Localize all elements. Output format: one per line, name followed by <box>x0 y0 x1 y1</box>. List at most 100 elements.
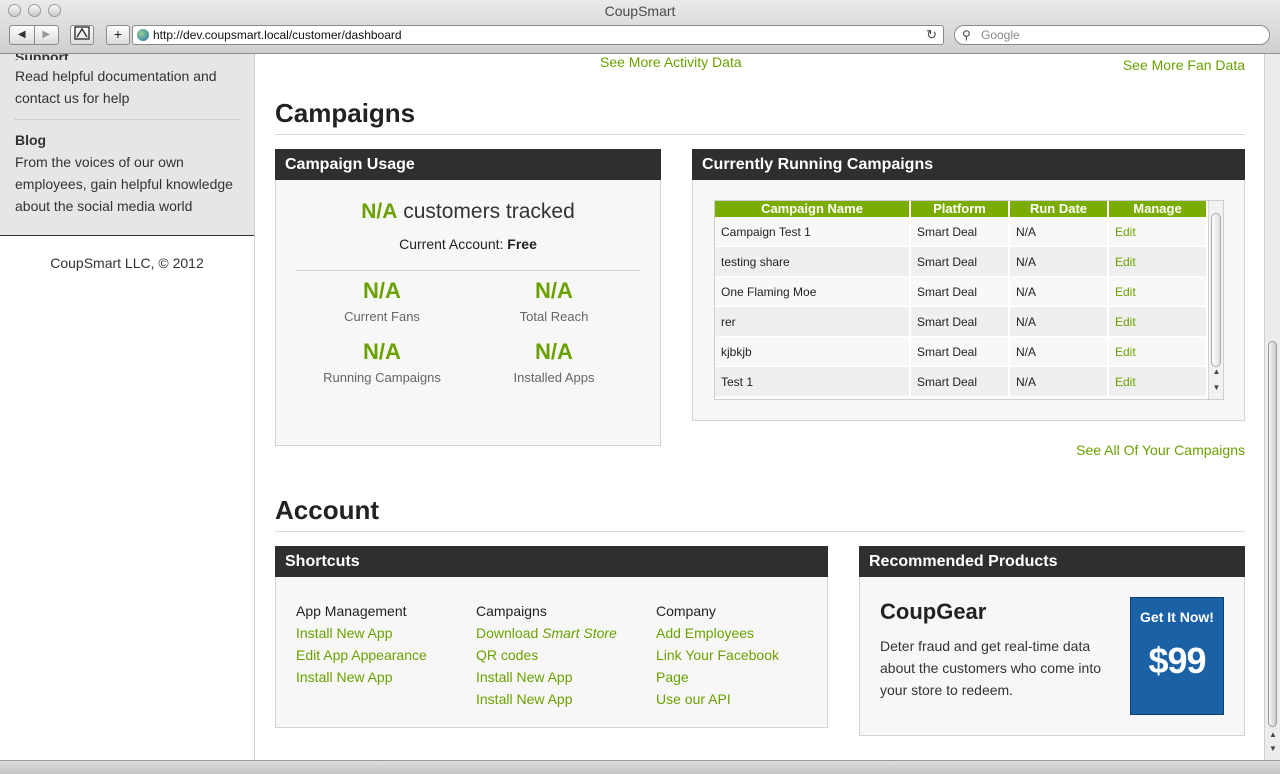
edit-campaign-link[interactable]: Edit <box>1115 225 1136 239</box>
edit-campaign-link[interactable]: Edit <box>1115 315 1136 329</box>
download-prefix: Download <box>476 625 543 641</box>
left-sidebar: Support Read helpful documentation and c… <box>0 54 255 760</box>
install-new-app-link[interactable]: Install New App <box>476 688 656 710</box>
column-header[interactable]: Campaign Name <box>715 201 911 217</box>
support-heading: Support <box>15 54 239 60</box>
recommended-products-title: Recommended Products <box>859 546 1245 577</box>
install-new-app-link[interactable]: Install New App <box>476 666 656 688</box>
add-bookmark-button[interactable]: + <box>106 25 130 45</box>
column-header[interactable]: Platform <box>911 201 1010 217</box>
table-row: One Flaming Moe Smart Deal N/A Edit <box>715 277 1208 307</box>
column-header[interactable]: Run Date <box>1010 201 1109 217</box>
run-date-cell: N/A <box>1010 247 1109 277</box>
page-scroll-down-icon[interactable]: ▼ <box>1265 744 1280 753</box>
see-all-campaigns-link[interactable]: See All Of Your Campaigns <box>1076 442 1245 458</box>
copyright-text: CoupSmart LLC, © 2012 <box>50 255 204 271</box>
page-scroll-up-icon[interactable]: ▲ <box>1265 730 1280 739</box>
campaign-name-cell: Test 1 <box>715 367 911 397</box>
account-label: Current Account: <box>399 236 508 252</box>
shortcut-column-campaigns: Campaigns Download Smart Store QR codes … <box>476 600 656 710</box>
install-new-app-link[interactable]: Install New App <box>296 622 476 644</box>
run-date-cell: N/A <box>1010 337 1109 367</box>
stat-running-campaigns: N/A Running Campaigns <box>296 338 468 385</box>
add-employees-link[interactable]: Add Employees <box>656 622 806 644</box>
table-scrollbar[interactable]: ▲ ▼ <box>1208 201 1223 399</box>
campaign-name-cell: One Flaming Moe <box>715 277 911 307</box>
stat-total-reach: N/A Total Reach <box>468 277 640 324</box>
stat-value: N/A <box>363 278 401 303</box>
campaign-usage-title: Campaign Usage <box>275 149 661 180</box>
shortcuts-panel: Shortcuts App Management Install New App… <box>275 546 828 728</box>
edit-campaign-link[interactable]: Edit <box>1115 255 1136 269</box>
stat-label: Total Reach <box>519 309 589 324</box>
use-api-link[interactable]: Use our API <box>656 688 806 710</box>
reload-icon[interactable]: ↻ <box>926 26 937 44</box>
table-row: Test 1 Smart Deal N/A Edit <box>715 367 1208 397</box>
see-more-fans-link[interactable]: See More Fan Data <box>1123 57 1245 73</box>
edit-campaign-link[interactable]: Edit <box>1115 285 1136 299</box>
back-button[interactable]: ◀ <box>10 26 34 44</box>
search-icon: ⚲ <box>962 28 971 42</box>
link-facebook-page-link[interactable]: Link Your Facebook Page <box>656 644 806 688</box>
stat-value: N/A <box>363 339 401 364</box>
campaign-name-cell: kjbkjb <box>715 337 911 367</box>
sidebar-divider <box>15 119 239 120</box>
stat-label: Installed Apps <box>513 370 595 385</box>
page-scrollbar[interactable]: ▲ ▼ <box>1264 54 1280 760</box>
running-campaigns-panel: Currently Running Campaigns Campaign Nam… <box>692 149 1245 421</box>
search-input[interactable]: ⚲ Google <box>954 25 1270 45</box>
address-bar[interactable]: http://dev.coupsmart.local/customer/dash… <box>132 25 944 45</box>
shortcut-column-header: Campaigns <box>476 603 547 619</box>
current-account: Current Account: Free <box>276 236 660 252</box>
install-new-app-link[interactable]: Install New App <box>296 666 476 688</box>
campaign-usage-panel: Campaign Usage N/A customers tracked Cur… <box>275 149 661 446</box>
blog-text[interactable]: From the voices of our own employees, ga… <box>15 151 239 217</box>
edit-campaign-link[interactable]: Edit <box>1115 345 1136 359</box>
scroll-up-icon[interactable]: ▲ <box>1209 367 1223 376</box>
status-bar <box>0 760 1280 774</box>
campaign-name-cell: rer <box>715 307 911 337</box>
get-it-now-button[interactable]: Get It Now! $99 <box>1130 597 1224 715</box>
download-smart-store-link[interactable]: Download Smart Store <box>476 622 656 644</box>
table-scroll-thumb[interactable] <box>1211 213 1221 367</box>
run-date-cell: N/A <box>1010 277 1109 307</box>
page-scroll-thumb[interactable] <box>1268 341 1277 727</box>
bookmark-icon[interactable] <box>70 25 94 45</box>
stat-value: N/A <box>535 339 573 364</box>
campaigns-table-container[interactable]: Campaign Name Platform Run Date Manage C… <box>714 200 1224 400</box>
qr-codes-link[interactable]: QR codes <box>476 644 656 666</box>
platform-cell: Smart Deal <box>911 337 1010 367</box>
edit-campaign-link[interactable]: Edit <box>1115 375 1136 389</box>
table-row: rer Smart Deal N/A Edit <box>715 307 1208 337</box>
blog-heading[interactable]: Blog <box>15 129 239 151</box>
platform-cell: Smart Deal <box>911 247 1010 277</box>
edit-app-appearance-link[interactable]: Edit App Appearance <box>296 644 476 666</box>
platform-cell: Smart Deal <box>911 217 1010 247</box>
running-campaigns-title: Currently Running Campaigns <box>692 149 1245 180</box>
platform-cell: Smart Deal <box>911 367 1010 397</box>
table-row: testing share Smart Deal N/A Edit <box>715 247 1208 277</box>
site-favicon-icon <box>137 29 149 41</box>
table-row: kjbkjb Smart Deal N/A Edit <box>715 337 1208 367</box>
see-more-activity-link[interactable]: See More Activity Data <box>600 54 742 70</box>
forward-button[interactable]: ▶ <box>33 26 59 44</box>
smart-store-name: Smart Store <box>542 625 617 641</box>
run-date-cell: N/A <box>1010 307 1109 337</box>
table-row: Campaign Test 1 Smart Deal N/A Edit <box>715 217 1208 247</box>
scroll-down-icon[interactable]: ▼ <box>1209 383 1223 392</box>
campaign-name-cell: Campaign Test 1 <box>715 217 911 247</box>
column-header[interactable]: Manage <box>1109 201 1208 217</box>
campaigns-table: Campaign Name Platform Run Date Manage C… <box>715 201 1208 397</box>
snapshot-icon <box>74 26 90 40</box>
stat-value: N/A <box>535 278 573 303</box>
stat-installed-apps: N/A Installed Apps <box>468 338 640 385</box>
customers-tracked-label: customers tracked <box>397 200 575 223</box>
support-text[interactable]: Read helpful documentation and contact u… <box>15 65 239 109</box>
browser-toolbar: CoupSmart ◀ ▶ + http://dev.coupsmart.loc… <box>0 0 1280 54</box>
shortcut-column-app-management: App Management Install New App Edit App … <box>296 600 476 710</box>
usage-divider <box>296 270 640 271</box>
stat-label: Current Fans <box>344 309 420 324</box>
campaign-name-cell: testing share <box>715 247 911 277</box>
url-text: http://dev.coupsmart.local/customer/dash… <box>153 28 402 42</box>
dashboard-main: See More Activity Data See More Fan Data… <box>256 54 1264 760</box>
